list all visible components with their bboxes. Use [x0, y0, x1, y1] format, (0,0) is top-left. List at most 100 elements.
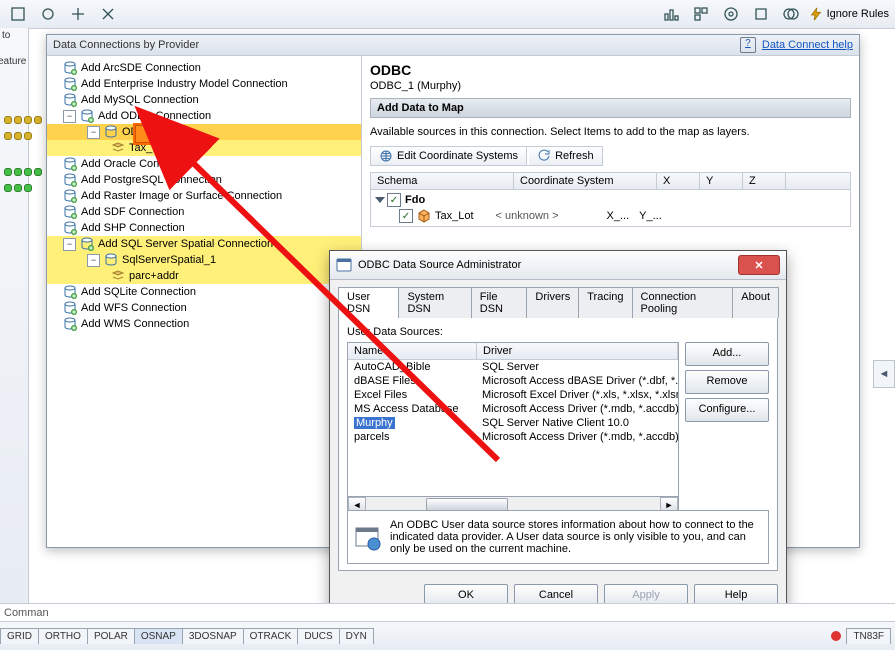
schema-row-taxlot[interactable]: ✓ Tax_Lot < unknown > X_... Y_...	[371, 208, 850, 224]
status-tab[interactable]: 3DOSNAP	[182, 628, 244, 644]
chart-icon[interactable]	[659, 2, 683, 26]
tree-item[interactable]: Add SDF Connection	[47, 204, 361, 220]
status-tab[interactable]: DYN	[339, 628, 374, 644]
col-cs[interactable]: Coordinate System	[514, 173, 657, 189]
detail-sub: ODBC_1 (Murphy)	[370, 80, 851, 92]
tree-item[interactable]: Add Raster Image or Surface Connection	[47, 188, 361, 204]
panel-title: Data Connections by Provider	[53, 39, 199, 51]
col-x[interactable]: X	[657, 173, 700, 189]
tree-item[interactable]: Add ArcSDE Connection	[47, 60, 361, 76]
db-add-icon	[63, 157, 77, 171]
tab-pooling[interactable]: Connection Pooling	[632, 287, 734, 318]
dsn-row[interactable]: dBASE FilesMicrosoft Access dBASE Driver…	[348, 374, 678, 388]
tab-tracing[interactable]: Tracing	[578, 287, 632, 318]
checkbox[interactable]: ✓	[387, 193, 401, 207]
tree-item[interactable]: −Add ODBC Connection	[47, 108, 361, 124]
main-toolbar: Ignore Rules	[0, 0, 895, 29]
col-driver[interactable]: Driver	[477, 343, 678, 359]
db-add-icon	[63, 205, 77, 219]
expander-icon[interactable]: −	[63, 110, 76, 123]
target-icon[interactable]	[719, 2, 743, 26]
remove-button[interactable]: Remove	[685, 370, 769, 394]
expander-icon[interactable]: −	[87, 126, 100, 139]
status-tab[interactable]: ORTHO	[38, 628, 88, 644]
refresh-icon	[537, 149, 551, 163]
disclosure-icon[interactable]	[375, 197, 385, 203]
status-tab[interactable]: OTRACK	[243, 628, 299, 644]
db-add-icon	[63, 317, 77, 331]
dsn-tabs: User DSN System DSN File DSN Drivers Tra…	[338, 286, 778, 318]
tree-item[interactable]: Add SQLite Connection	[47, 284, 361, 300]
toolbar-icon-generic[interactable]	[96, 2, 120, 26]
toolbar-icon-generic[interactable]	[6, 2, 30, 26]
toolbar-icon-generic[interactable]	[66, 2, 90, 26]
cube-icon	[417, 209, 431, 223]
globe-icon	[379, 149, 393, 163]
dsn-row[interactable]: MurphySQL Server Native Client 10.0	[348, 416, 678, 430]
tree-item[interactable]: Add WFS Connection	[47, 300, 361, 316]
close-button[interactable]: ✕	[738, 255, 780, 275]
dsn-row[interactable]: MS Access DatabaseMicrosoft Access Drive…	[348, 402, 678, 416]
user-data-sources-list[interactable]: Name Driver AutoCAD_BibleSQL ServerdBASE…	[347, 342, 679, 504]
uds-label: User Data Sources:	[347, 326, 769, 338]
info-panel: An ODBC User data source stores informat…	[347, 510, 769, 564]
expander-icon[interactable]: −	[63, 238, 76, 251]
toolbar-icon-generic[interactable]	[36, 2, 60, 26]
edit-cs-button[interactable]: Edit Coordinate Systems	[371, 147, 527, 165]
odbc-admin-dialog: ODBC Data Source Administrator ✕ User DS…	[329, 250, 787, 632]
schema-row-fdo[interactable]: ✓ Fdo	[371, 192, 850, 208]
data-connect-help-link[interactable]: Data Connect help	[762, 39, 853, 51]
col-z[interactable]: Z	[743, 173, 786, 189]
label-to: to	[2, 30, 10, 41]
db-add-icon	[63, 285, 77, 299]
status-tab[interactable]: GRID	[0, 628, 39, 644]
tab-about[interactable]: About	[732, 287, 779, 318]
status-tab[interactable]: DUCS	[297, 628, 339, 644]
expander-icon[interactable]: −	[87, 254, 100, 267]
configure-button[interactable]: Configure...	[685, 398, 769, 422]
provider-tree[interactable]: Add ArcSDE Connection Add Enterprise Ind…	[47, 56, 362, 548]
tree-node-odbc1[interactable]: −ODBC_1	[47, 124, 361, 140]
add-button[interactable]: Add...	[685, 342, 769, 366]
col-name[interactable]: Name	[348, 343, 477, 359]
tree-item[interactable]: Add PostgreSQL Connection	[47, 172, 361, 188]
toolbar-icon-generic[interactable]	[689, 2, 713, 26]
dsn-row[interactable]: AutoCAD_BibleSQL Server	[348, 360, 678, 374]
venn-icon[interactable]	[779, 2, 803, 26]
tree-node-sqlspatial[interactable]: −SqlServerSpatial_1	[47, 252, 361, 268]
tree-item[interactable]: Add MySQL Connection	[47, 92, 361, 108]
command-line[interactable]: Comman	[0, 603, 895, 622]
tab-file-dsn[interactable]: File DSN	[471, 287, 528, 318]
tree-item[interactable]: −Add SQL Server Spatial Connection	[47, 236, 361, 252]
tree-item[interactable]: Add WMS Connection	[47, 316, 361, 332]
tab-system-dsn[interactable]: System DSN	[398, 287, 471, 318]
db-icon	[104, 125, 118, 139]
right-palette-toggle[interactable]: ◄	[873, 360, 895, 388]
ignore-rules-button[interactable]: Ignore Rules	[809, 7, 889, 21]
col-y[interactable]: Y	[700, 173, 743, 189]
tree-item[interactable]: Add Oracle Connection	[47, 156, 361, 172]
status-right[interactable]: TN83F	[846, 628, 891, 644]
dsn-row[interactable]: Excel FilesMicrosoft Excel Driver (*.xls…	[348, 388, 678, 402]
db-add-icon	[63, 301, 77, 315]
db-add-icon	[63, 93, 77, 107]
toolbar-icon-generic[interactable]	[749, 2, 773, 26]
tree-item[interactable]: Add Enterprise Industry Model Connection	[47, 76, 361, 92]
dsn-row[interactable]: parcelsMicrosoft Access Driver (*.mdb, *…	[348, 430, 678, 444]
tree-item[interactable]: Add SHP Connection	[47, 220, 361, 236]
status-tab[interactable]: OSNAP	[134, 628, 183, 644]
db-add-icon	[63, 221, 77, 235]
refresh-button[interactable]: Refresh	[529, 147, 602, 165]
dialog-titlebar[interactable]: ODBC Data Source Administrator ✕	[330, 251, 786, 280]
tab-user-dsn[interactable]: User DSN	[338, 287, 399, 318]
checkbox[interactable]: ✓	[399, 209, 413, 223]
layer-icon	[111, 269, 125, 283]
status-tab[interactable]: POLAR	[87, 628, 135, 644]
col-schema[interactable]: Schema	[371, 173, 514, 189]
tab-drivers[interactable]: Drivers	[526, 287, 579, 318]
tree-node-taxlot[interactable]: Tax_Lot	[47, 140, 361, 156]
db-add-icon	[80, 237, 94, 251]
schema-grid[interactable]: Schema Coordinate System X Y Z ✓ Fdo ✓	[370, 172, 851, 227]
tree-node-parcaddr[interactable]: parc+addr	[47, 268, 361, 284]
db-icon	[104, 253, 118, 267]
